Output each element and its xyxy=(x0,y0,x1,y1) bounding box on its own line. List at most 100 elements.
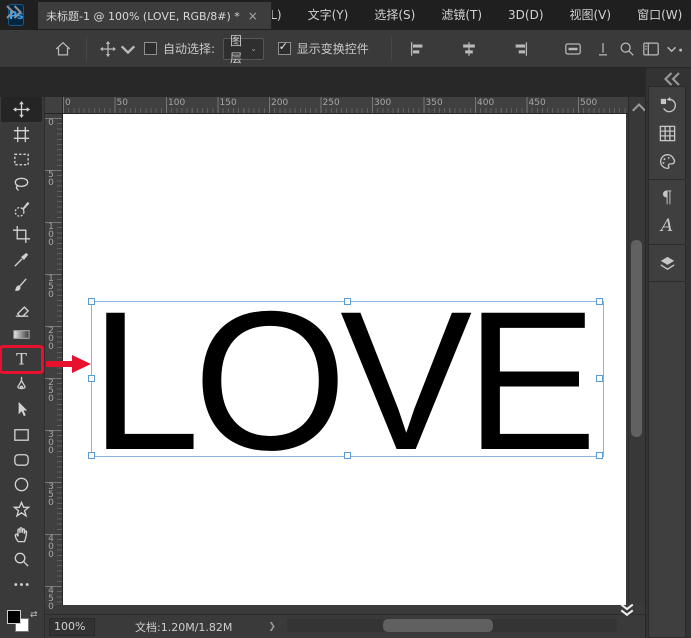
swap-colors-icon[interactable]: ⇄ xyxy=(30,610,38,620)
document-size-status: 文档:1.20M/1.82M xyxy=(135,620,233,634)
canvas[interactable]: LOVE xyxy=(63,114,626,605)
custom-shape-tool[interactable] xyxy=(1,497,42,522)
transform-handle-middle-left[interactable] xyxy=(88,375,95,382)
transform-handle-top-center[interactable] xyxy=(344,298,351,305)
gradient-tool[interactable] xyxy=(1,322,42,347)
auto-select-target-dropdown[interactable]: 图层 ⌄ xyxy=(223,34,264,65)
align-baseline-icon[interactable] xyxy=(594,40,612,58)
ruler-label: 250 xyxy=(46,378,56,402)
workspace-icon[interactable] xyxy=(642,40,660,58)
scroll-up-icon[interactable] xyxy=(630,99,646,112)
ruler-label: 450 xyxy=(46,586,56,610)
eyedropper-tool-icon xyxy=(12,250,31,269)
tools-panel: T xyxy=(0,97,45,638)
tab-close-icon[interactable]: × xyxy=(248,9,258,23)
ruler-label: 100 xyxy=(168,98,186,108)
rounded-rectangle-tool[interactable] xyxy=(1,447,42,472)
ruler-label: 400 xyxy=(477,98,495,108)
pen-tool[interactable] xyxy=(1,372,42,397)
crop-tool[interactable] xyxy=(1,222,42,247)
type-tool[interactable]: T xyxy=(0,345,44,374)
home-icon[interactable] xyxy=(54,40,72,58)
custom-shape-tool-icon xyxy=(12,500,31,519)
eyedropper-tool[interactable] xyxy=(1,247,42,272)
zoom-level-field[interactable]: 100% xyxy=(49,617,95,636)
hand-tool[interactable] xyxy=(1,522,42,547)
distribute-icon[interactable] xyxy=(564,40,582,58)
document-tab-title: 未标题-1 @ 100% (LOVE, RGB/8#) * xyxy=(46,9,240,23)
search-icon[interactable] xyxy=(618,40,636,58)
direct-select-tool[interactable] xyxy=(1,397,42,422)
transform-handle-top-left[interactable] xyxy=(88,298,95,305)
annotation-arrow-icon xyxy=(46,355,91,373)
color-swatches[interactable]: ⇄ xyxy=(6,610,38,634)
menu-item[interactable]: 文字(Y) xyxy=(295,0,362,30)
caret-down-icon[interactable] xyxy=(666,40,684,58)
ruler-label: 200 xyxy=(46,326,56,350)
chevron-down-icon[interactable] xyxy=(119,40,136,58)
double-chevron-down-icon[interactable] xyxy=(618,602,644,630)
ruler-label: 450 xyxy=(528,98,546,108)
foreground-color-swatch[interactable] xyxy=(7,610,21,624)
glyphs-icon[interactable]: A xyxy=(649,212,685,240)
transform-handle-top-right[interactable] xyxy=(596,298,603,305)
panel-icons-column: ¶ A xyxy=(648,86,686,638)
rectangle-tool[interactable] xyxy=(1,422,42,447)
menu-item[interactable]: 滤镜(T) xyxy=(428,0,495,30)
ruler-label: 0 xyxy=(65,98,71,108)
transform-handle-bottom-center[interactable] xyxy=(344,452,351,459)
ruler-label: 500 xyxy=(580,98,598,108)
hand-tool-icon xyxy=(12,525,31,544)
menu-item[interactable]: 3D(D) xyxy=(495,0,556,30)
layers-icon[interactable] xyxy=(649,249,685,277)
align-horizontal-centers-icon[interactable] xyxy=(460,40,478,58)
vertical-scrollbar-thumb[interactable] xyxy=(631,240,642,437)
ruler-label: 250 xyxy=(322,98,340,108)
horizontal-ruler: 050100150200250300350400450500550 xyxy=(63,97,649,114)
lasso-tool-icon xyxy=(12,175,31,194)
rectangle-tool-icon xyxy=(12,425,31,444)
menu-item[interactable]: 视图(V) xyxy=(557,0,625,30)
horizontal-scrollbar[interactable] xyxy=(287,619,617,632)
transform-handle-bottom-right[interactable] xyxy=(596,452,603,459)
align-left-edges-icon[interactable] xyxy=(408,40,426,58)
brush-tool[interactable] xyxy=(1,272,42,297)
ruler-label: 300 xyxy=(46,430,56,454)
show-transform-label: 显示变换控件 xyxy=(296,42,369,56)
chevrons-left-icon[interactable] xyxy=(664,70,680,86)
chevrons-right-icon[interactable] xyxy=(4,3,22,19)
align-right-edges-icon[interactable] xyxy=(512,40,530,58)
transform-handle-middle-right[interactable] xyxy=(596,375,603,382)
photoshop-window: Ps 文件(F)编辑(E)图像(I)图层(L)文字(Y)选择(S)滤镜(T)3D… xyxy=(0,0,691,638)
ruler-label: 300 xyxy=(374,98,392,108)
dropdown-value: 图层 xyxy=(230,33,243,65)
auto-select-label: 自动选择: xyxy=(163,42,216,56)
ruler-label: 200 xyxy=(271,98,289,108)
show-transform-checkbox[interactable] xyxy=(277,40,291,55)
transform-handle-bottom-left[interactable] xyxy=(88,452,95,459)
horizontal-scrollbar-thumb[interactable] xyxy=(383,619,493,632)
rounded-rectangle-tool-icon xyxy=(12,450,31,469)
marquee-tool[interactable] xyxy=(1,147,42,172)
eraser-tool[interactable] xyxy=(1,297,42,322)
move-tool[interactable] xyxy=(1,97,42,122)
more-tools[interactable] xyxy=(1,572,42,597)
artboard-tool[interactable] xyxy=(1,122,42,147)
gradient-tool-icon xyxy=(12,325,31,344)
paragraph-icon[interactable]: ¶ xyxy=(649,184,685,212)
auto-select-checkbox[interactable] xyxy=(144,42,157,55)
ruler-label: 150 xyxy=(46,274,56,298)
zoom-tool[interactable] xyxy=(1,547,42,572)
document-tab[interactable]: 未标题-1 @ 100% (LOVE, RGB/8#) * × xyxy=(38,2,272,29)
menu-item[interactable]: 窗口(W) xyxy=(624,0,691,30)
menu-item[interactable]: 选择(S) xyxy=(361,0,428,30)
status-expand-icon[interactable]: ❯ xyxy=(268,622,276,632)
zoom-tool-icon xyxy=(12,550,31,569)
lasso-tool[interactable] xyxy=(1,172,42,197)
move-tool-icon xyxy=(12,100,31,119)
swatches-icon[interactable] xyxy=(649,119,685,147)
quick-select-tool[interactable] xyxy=(1,197,42,222)
history-icon[interactable] xyxy=(649,91,685,119)
ellipse-tool[interactable] xyxy=(1,472,42,497)
color-icon[interactable] xyxy=(649,147,685,175)
